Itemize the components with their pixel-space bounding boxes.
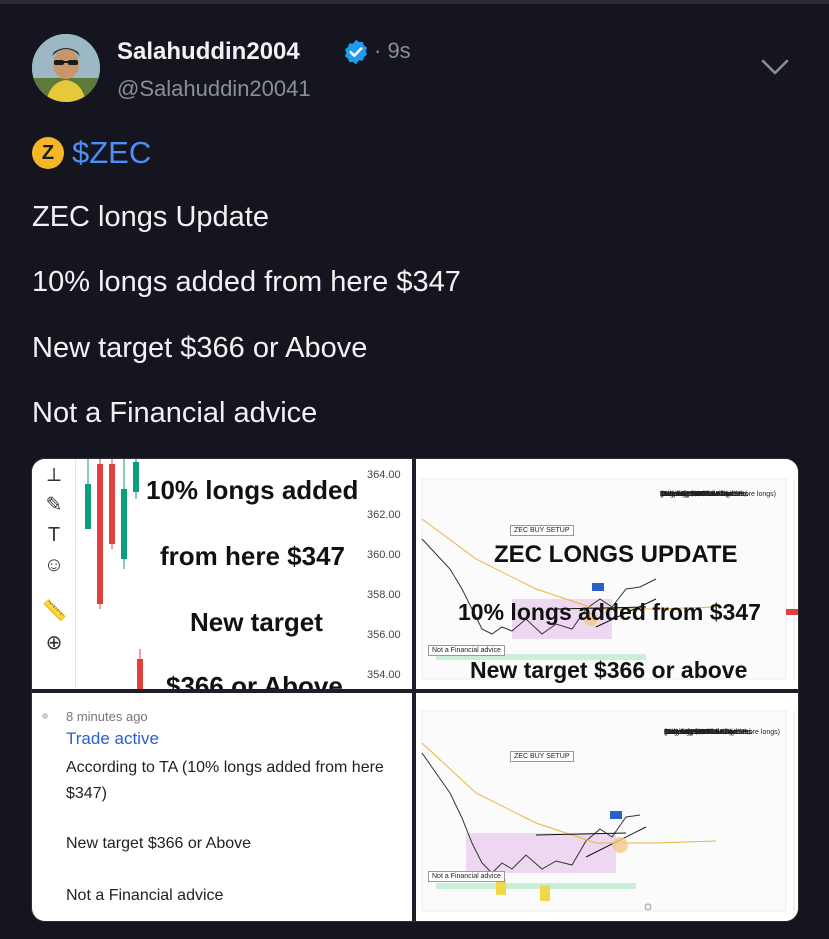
zoom-tool-icon: ⊕ xyxy=(45,632,63,654)
post-media-grid[interactable]: ⟂ ✎ T ☺ 📏 ⊕ 10% longs added from here $3… xyxy=(31,458,799,922)
cashtag[interactable]: Z $ZEC xyxy=(32,135,152,170)
media-image-4[interactable]: ZEC BUY SETUP ZEC PERPETUAL TRADE BUY SE… xyxy=(416,693,798,921)
post-line-1: ZEC longs Update xyxy=(32,201,269,233)
media-image-1[interactable]: ⟂ ✎ T ☺ 📏 ⊕ 10% longs added from here $3… xyxy=(32,459,412,689)
nfa-label: Not a Financial advice xyxy=(428,645,505,656)
setup-label: ZEC BUY SETUP xyxy=(510,525,574,536)
post-line-4: Not a Financial advice xyxy=(32,397,318,429)
media-image-2[interactable]: ZEC BUY SETUP ZEC PERPETUAL TRADE BUY SE… xyxy=(416,459,798,689)
display-name[interactable]: Salahuddin2004 xyxy=(117,38,300,66)
overlay-line-3: New target xyxy=(190,607,323,637)
candle-red-icon xyxy=(137,649,143,689)
text-tool-icon: T xyxy=(47,524,61,546)
price-label: 364.00 xyxy=(367,469,401,481)
media-image-3[interactable]: 8 minutes ago Trade active According to … xyxy=(32,693,412,921)
cashtag-label: $ZEC xyxy=(72,135,152,170)
chevron-down-icon[interactable] xyxy=(760,56,790,78)
note-line: Its not a Financial advice xyxy=(664,729,742,736)
timeline-dot xyxy=(42,713,48,719)
nfa-label: Not a Financial advice xyxy=(428,871,505,882)
overlay-line-1: 10% longs added xyxy=(146,475,359,505)
zcash-coin-icon: Z xyxy=(32,137,64,169)
price-label: 356.00 xyxy=(367,629,401,641)
setup-label: ZEC BUY SETUP xyxy=(510,751,574,762)
update-body-1: According to TA (10% longs added from he… xyxy=(66,759,384,776)
price-label: 358.00 xyxy=(367,589,401,601)
price-label: 354.00 xyxy=(367,669,401,681)
trend-line-tool-icon: ⟂ xyxy=(47,464,61,486)
post-line-3: New target $366 or Above xyxy=(32,332,368,364)
overlay-line-4: $366 or Above xyxy=(166,671,343,689)
post-line-2: 10% longs added from here $347 xyxy=(32,266,461,298)
avatar-photo xyxy=(32,34,100,102)
user-handle[interactable]: @Salahuddin20041 xyxy=(117,76,311,102)
update-title: Trade active xyxy=(66,729,159,748)
avatar[interactable] xyxy=(32,34,100,102)
update-body-4: Not a Financial advice xyxy=(66,887,224,904)
verified-badge-icon xyxy=(345,39,367,65)
drawing-toolbar: ⟂ ✎ T ☺ 📏 ⊕ xyxy=(32,459,76,689)
price-label: 362.00 xyxy=(367,509,401,521)
price-label: 360.00 xyxy=(367,549,401,561)
emoji-tool-icon: ☺ xyxy=(43,554,65,576)
top-divider xyxy=(0,0,829,4)
candles-chart xyxy=(85,459,139,609)
ruler-tool-icon: 📏 xyxy=(42,600,67,622)
update-body-3: New target $366 or Above xyxy=(66,835,252,852)
overlay-subtitle: 10% longs added from $347 xyxy=(458,599,761,625)
update-time: 8 minutes ago xyxy=(66,709,148,724)
brush-tool-icon: ✎ xyxy=(45,494,63,516)
overlay-target: New target $366 or above xyxy=(470,657,748,683)
note-line: Its not a Financial advice xyxy=(660,491,738,498)
overlay-line-2: from here $347 xyxy=(160,541,345,571)
overlay-title: ZEC LONGS UPDATE xyxy=(494,541,738,568)
update-body-2: $347) xyxy=(66,785,107,802)
post-time[interactable]: · 9s xyxy=(374,38,411,64)
